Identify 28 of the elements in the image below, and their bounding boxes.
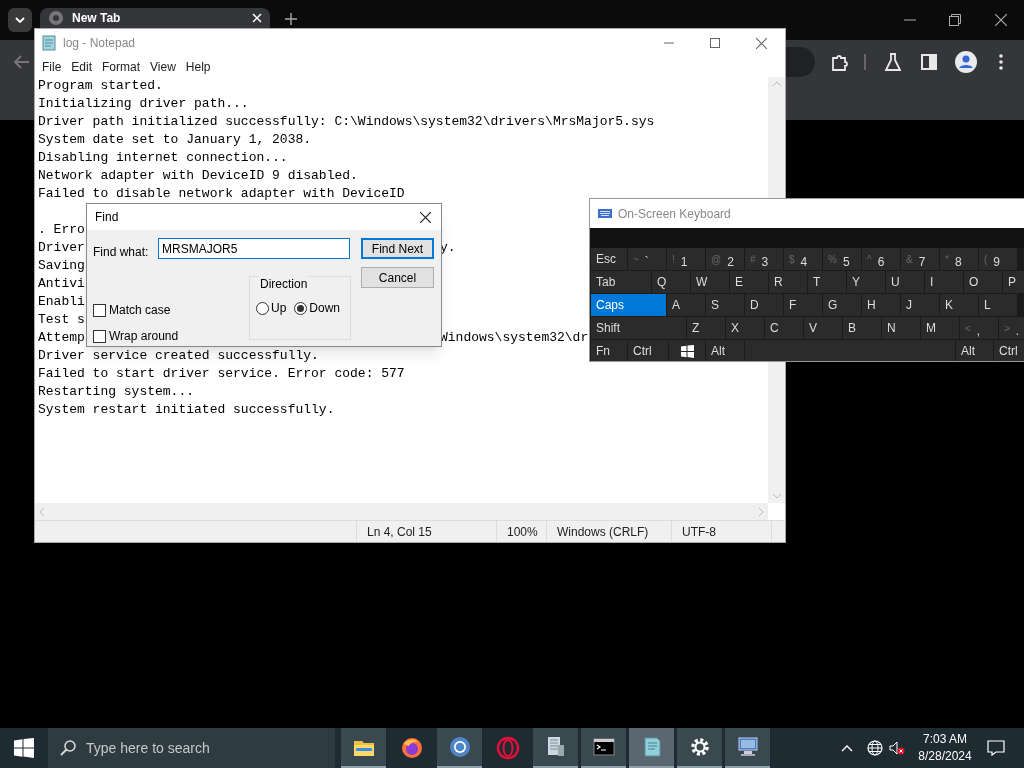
log-text: Saving — [38, 257, 86, 275]
log-text: Driver service created successfully. — [38, 347, 319, 365]
log-text: Failed to start driver service. Error code: 577 — [38, 365, 405, 383]
log-text: Antivi — [38, 275, 86, 293]
log-text: Attemp — [38, 329, 86, 347]
log-text: . Erro — [38, 221, 86, 239]
log-text: System date set to January 1, 2038. — [38, 131, 312, 149]
log-text: Program started. — [38, 77, 163, 95]
log-text: Initializing driver path... — [38, 95, 249, 113]
log-text: Enabli — [38, 293, 86, 311]
log-text: Restarting system... — [38, 383, 195, 401]
log-text: Disabling internet connection... — [38, 149, 288, 167]
window-title: On-Screen Keyboard — [618, 205, 731, 223]
status-text: Windows (CRLF) — [557, 523, 649, 541]
status-text: 100% — [507, 523, 538, 541]
status-text: Ln 4, Col 15 — [367, 523, 432, 541]
log-text: System restart initiated successfully. — [38, 401, 335, 419]
log-text: Network adapter with DeviceID 9 disabled. — [38, 167, 358, 185]
search-placeholder: Type here to search — [86, 738, 210, 758]
window-title: log - Notepad — [63, 35, 137, 52]
status-text: UTF-8 — [682, 523, 716, 541]
log-text: Test s — [38, 311, 86, 329]
log-text: Driver — [38, 239, 86, 257]
log-text: Failed to disable network adapter with DeviceID — [38, 185, 405, 203]
log-text: Windows\system32\dr — [440, 329, 589, 347]
dialog-title: Find — [95, 209, 120, 226]
field-label: Find what: — [93, 244, 149, 261]
log-text: Driver path initialized successfully: C:\Windows\system32\drivers\MrsMajor5.sys — [38, 113, 655, 131]
